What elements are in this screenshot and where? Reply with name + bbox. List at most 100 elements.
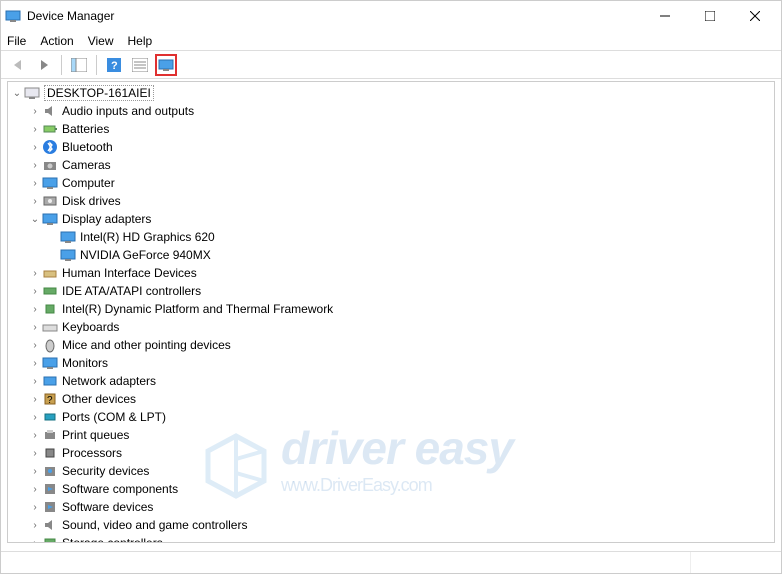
expand-arrow-icon[interactable]: › [28, 502, 42, 513]
action-menu-button[interactable] [129, 54, 151, 76]
expand-arrow-icon[interactable]: › [28, 466, 42, 477]
tree-category-print-queues[interactable]: › Print queues [10, 426, 772, 444]
security-icon [42, 463, 58, 479]
toolbar-separator [61, 55, 62, 75]
status-panel-left [1, 552, 691, 573]
tree-label: Intel(R) Dynamic Platform and Thermal Fr… [62, 302, 333, 316]
bluetooth-icon [42, 139, 58, 155]
expand-arrow-icon[interactable]: › [28, 142, 42, 153]
tree-category-cameras[interactable]: › Cameras [10, 156, 772, 174]
expand-arrow-icon[interactable]: › [28, 412, 42, 423]
tree-label: Other devices [62, 392, 136, 406]
tree-scroll[interactable]: ⌄DESKTOP-161AIEI›Audio inputs and output… [8, 82, 774, 542]
tree-category-network-adapters[interactable]: › Network adapters [10, 372, 772, 390]
tree-category-batteries[interactable]: ›Batteries [10, 120, 772, 138]
menubar: File Action View Help [1, 31, 781, 51]
menu-help[interactable]: Help [128, 34, 153, 48]
menu-view[interactable]: View [88, 34, 114, 48]
tree-category-sound-video-and-game-controllers[interactable]: ›Sound, video and game controllers [10, 516, 772, 534]
device-tree: ⌄DESKTOP-161AIEI›Audio inputs and output… [7, 81, 775, 543]
tree-category-security-devices[interactable]: › Security devices [10, 462, 772, 480]
tree-label: Audio inputs and outputs [62, 104, 194, 118]
tree-label: Disk drives [62, 194, 121, 208]
help-button[interactable]: ? [103, 54, 125, 76]
tree-label: Ports (COM & LPT) [62, 410, 166, 424]
expand-arrow-icon[interactable]: › [28, 538, 42, 543]
tree-category-mice-and-other-pointing-devices[interactable]: › Mice and other pointing devices [10, 336, 772, 354]
tree-label: Keyboards [62, 320, 119, 334]
expand-arrow-icon[interactable]: › [28, 484, 42, 495]
storage-icon [42, 535, 58, 542]
software-icon [42, 481, 58, 497]
expand-arrow-icon[interactable]: › [28, 160, 42, 171]
scan-hardware-button[interactable] [155, 54, 177, 76]
tree-category-audio-inputs-and-outputs[interactable]: › Audio inputs and outputs [10, 102, 772, 120]
expand-arrow-icon[interactable]: › [28, 124, 42, 135]
tree-category-ide-ata-atapi-controllers[interactable]: › IDE ATA/ATAPI controllers [10, 282, 772, 300]
tree-category-ports-com-lpt[interactable]: › Ports (COM & LPT) [10, 408, 772, 426]
tree-category-storage-controllers[interactable]: ›Storage controllers [10, 534, 772, 542]
expand-arrow-icon[interactable]: › [28, 358, 42, 369]
tree-category-intel-r-dynamic-platform-and-thermal-framework[interactable]: › Intel(R) Dynamic Platform and Thermal F… [10, 300, 772, 318]
battery-icon [42, 121, 58, 137]
expand-arrow-icon[interactable]: › [28, 322, 42, 333]
tree-category-software-devices[interactable]: ›Software devices [10, 498, 772, 516]
minimize-button[interactable] [642, 2, 687, 30]
tree-category-computer[interactable]: › Computer [10, 174, 772, 192]
port-icon [42, 409, 58, 425]
close-button[interactable] [732, 2, 777, 30]
expand-arrow-icon[interactable]: › [28, 448, 42, 459]
software-icon [42, 499, 58, 515]
tree-device-nvidia-geforce-940mx[interactable]: NVIDIA GeForce 940MX [10, 246, 772, 264]
tree-category-display-adapters[interactable]: ⌄Display adapters [10, 210, 772, 228]
tree-label: Cameras [62, 158, 111, 172]
tree-label: IDE ATA/ATAPI controllers [62, 284, 201, 298]
tree-category-processors[interactable]: ›Processors [10, 444, 772, 462]
keyboard-icon [42, 319, 58, 335]
expand-arrow-icon[interactable]: › [28, 376, 42, 387]
collapse-arrow-icon[interactable]: ⌄ [28, 214, 42, 225]
tree-category-disk-drives[interactable]: › Disk drives [10, 192, 772, 210]
tree-category-keyboards[interactable]: › Keyboards [10, 318, 772, 336]
tree-root[interactable]: ⌄ DESKTOP-161AIEI [10, 84, 772, 102]
svg-text:?: ? [47, 395, 53, 406]
expand-arrow-icon[interactable]: › [28, 340, 42, 351]
monitor-icon [60, 229, 76, 245]
tree-label: DESKTOP-161AIEI [44, 85, 154, 101]
tree-label: Intel(R) HD Graphics 620 [80, 230, 215, 244]
menu-action[interactable]: Action [40, 34, 73, 48]
back-button[interactable] [7, 54, 29, 76]
tree-label: Computer [62, 176, 115, 190]
statusbar [1, 551, 781, 573]
sound-icon [42, 517, 58, 533]
window-title: Device Manager [27, 9, 642, 23]
expand-arrow-icon[interactable]: › [28, 106, 42, 117]
expand-arrow-icon[interactable]: › [28, 430, 42, 441]
expand-arrow-icon[interactable]: › [28, 268, 42, 279]
tree-category-bluetooth[interactable]: ›Bluetooth [10, 138, 772, 156]
tree-label: Human Interface Devices [62, 266, 197, 280]
maximize-button[interactable] [687, 2, 732, 30]
tree-category-monitors[interactable]: › Monitors [10, 354, 772, 372]
show-hide-tree-button[interactable] [68, 54, 90, 76]
tree-category-other-devices[interactable]: ›? Other devices [10, 390, 772, 408]
speaker-icon [42, 103, 58, 119]
expand-arrow-icon[interactable]: › [28, 304, 42, 315]
expand-arrow-icon[interactable]: › [28, 520, 42, 531]
tree-label: Print queues [62, 428, 129, 442]
tree-category-human-interface-devices[interactable]: › Human Interface Devices [10, 264, 772, 282]
expand-arrow-icon[interactable]: › [28, 286, 42, 297]
tree-label: Network adapters [62, 374, 156, 388]
expand-arrow-icon[interactable]: › [28, 196, 42, 207]
tree-device-intel-r-hd-graphics-620[interactable]: Intel(R) HD Graphics 620 [10, 228, 772, 246]
tree-label: Monitors [62, 356, 108, 370]
menu-file[interactable]: File [7, 34, 26, 48]
expand-arrow-icon[interactable]: › [28, 394, 42, 405]
tree-label: Mice and other pointing devices [62, 338, 231, 352]
forward-button[interactable] [33, 54, 55, 76]
tree-label: Security devices [62, 464, 149, 478]
tree-label: NVIDIA GeForce 940MX [80, 248, 211, 262]
tree-category-software-components[interactable]: ›Software components [10, 480, 772, 498]
expand-arrow-icon[interactable]: › [28, 178, 42, 189]
collapse-arrow-icon[interactable]: ⌄ [10, 88, 24, 99]
